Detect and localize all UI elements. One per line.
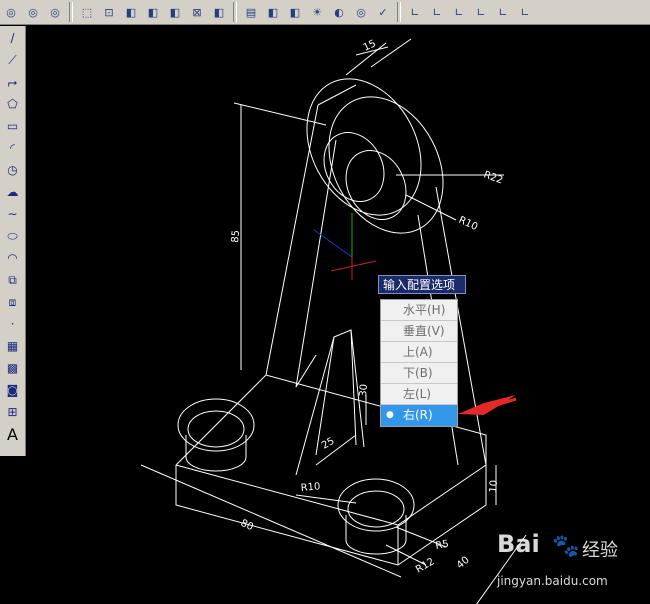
cube-icon[interactable]: ◧ xyxy=(165,2,185,22)
dim-r10-bottom-text: R10 xyxy=(300,481,321,494)
menu-item-label: 右(R) xyxy=(403,408,433,422)
menu-item-label: 左(L) xyxy=(403,387,432,401)
cube-icon[interactable]: ◧ xyxy=(263,2,283,22)
menu-item-label: 下(B) xyxy=(403,366,433,380)
ucs-crosshair xyxy=(313,213,377,280)
toolbar-separator xyxy=(233,2,237,22)
rib xyxy=(295,329,357,476)
hole-right-inner xyxy=(347,490,405,528)
point-icon[interactable]: · xyxy=(2,314,24,334)
material-icon[interactable]: ◐ xyxy=(329,2,349,22)
toolbar-separator xyxy=(397,2,401,22)
construction-line-icon[interactable]: ⟋ xyxy=(2,50,24,70)
baidu-watermark: Bai 🐾 经验 jingyan.baidu.com xyxy=(497,530,647,602)
hole-left-inner xyxy=(187,410,245,448)
dim-r10-top-text: R10 xyxy=(457,215,479,233)
boss-hole xyxy=(345,150,407,220)
menu-item-label: 上(A) xyxy=(403,345,433,359)
cube-icon[interactable]: ◧ xyxy=(121,2,141,22)
draw-toolbar: / ⟋ ⮣ ⬠ ▭ ◜ ◷ ☁ ∼ ⬭ ◠ ⧉ ⧈ · ▦ ▩ ◙ ⊞ A xyxy=(0,26,26,456)
paw-icon: 🐾 xyxy=(552,534,580,559)
multiline-text-icon[interactable]: A xyxy=(2,424,24,444)
arc-icon[interactable]: ◜ xyxy=(2,138,24,158)
orbit-icon[interactable]: ◎ xyxy=(45,2,65,22)
spline-icon[interactable]: ∼ xyxy=(2,204,24,224)
orbit-icon[interactable]: ◎ xyxy=(1,2,21,22)
dim-10-text: 10 xyxy=(488,480,500,494)
ucs-icon[interactable]: ∟ xyxy=(515,2,535,22)
dimension-labels: 15 R22 R10 85 30 25 R10 80 10 R5 R12 40 xyxy=(230,38,504,575)
ellipse-arc-icon[interactable]: ◠ xyxy=(2,248,24,268)
menu-item[interactable]: 左(L) xyxy=(381,384,457,405)
check-icon[interactable]: ✓ xyxy=(373,2,393,22)
dim-15-ext xyxy=(370,38,412,68)
dim-r12-text: R12 xyxy=(414,556,437,575)
orbit-icon[interactable]: ◎ xyxy=(23,2,43,22)
drawing-canvas[interactable]: 15 R22 R10 85 30 25 R10 80 10 R5 R12 40 xyxy=(26,25,650,604)
ucs-icon[interactable]: ∟ xyxy=(427,2,447,22)
cube-icon[interactable]: ◧ xyxy=(143,2,163,22)
menu-item[interactable]: ● 右(R) xyxy=(381,405,457,426)
hatch-icon[interactable]: ▦ xyxy=(2,336,24,356)
menu-item[interactable]: 水平(H) xyxy=(381,300,457,321)
red-arrow-icon xyxy=(458,395,517,415)
ucs-icon[interactable]: ∟ xyxy=(471,2,491,22)
table-icon[interactable]: ⊞ xyxy=(2,402,24,422)
radio-bullet-icon: ● xyxy=(386,410,394,420)
model-drawing xyxy=(140,38,527,604)
ucs-icon[interactable]: ∟ xyxy=(405,2,425,22)
dim-30-text: 30 xyxy=(358,384,370,398)
boss-hole-back xyxy=(323,132,385,202)
boss-back xyxy=(306,78,422,216)
menu-item[interactable]: 上(A) xyxy=(381,342,457,363)
layer-icon[interactable]: ▤ xyxy=(241,2,261,22)
hole-right-top xyxy=(337,478,415,532)
toolbar-separator xyxy=(69,2,73,22)
popup-title: 输入配置选项 xyxy=(378,275,466,294)
dim-25-text: 25 xyxy=(320,436,337,452)
region-icon[interactable]: ◙ xyxy=(2,380,24,400)
watermark-url: jingyan.baidu.com xyxy=(497,574,608,588)
revision-cloud-icon[interactable]: ☁ xyxy=(2,182,24,202)
menu-item-label: 水平(H) xyxy=(403,303,446,317)
rectangle-icon[interactable]: ▭ xyxy=(2,116,24,136)
menu-item[interactable]: 垂直(V) xyxy=(381,321,457,342)
dim-85-text: 85 xyxy=(230,230,242,244)
base-edge xyxy=(175,464,399,526)
watermark-brand: 经验 xyxy=(582,540,618,561)
box-icon[interactable]: ⬚ xyxy=(77,2,97,22)
render-icon[interactable]: ⊠ xyxy=(187,2,207,22)
menu-item-label: 垂直(V) xyxy=(403,324,445,338)
dim-40-text: 40 xyxy=(455,555,472,572)
circle-icon[interactable]: ◷ xyxy=(2,160,24,180)
gradient-icon[interactable]: ▩ xyxy=(2,358,24,378)
line-icon[interactable]: / xyxy=(2,28,24,48)
dim-r22-text: R22 xyxy=(482,169,504,186)
popup-menu: 水平(H) 垂直(V) 上(A) 下(B) 左(L) ● 右(R) xyxy=(380,299,458,427)
ucs-icon[interactable]: ∟ xyxy=(449,2,469,22)
watermark-logo: Bai xyxy=(497,530,540,558)
dim-r10-leader xyxy=(405,194,457,221)
orbit-icon[interactable]: ◎ xyxy=(351,2,371,22)
menu-item[interactable]: 下(B) xyxy=(381,363,457,384)
dim-80-line xyxy=(140,464,402,578)
polyline-icon[interactable]: ⮣ xyxy=(2,72,24,92)
dim-25-line xyxy=(315,434,357,466)
ucs-icon[interactable]: ∟ xyxy=(493,2,513,22)
dim-r5-text: R5 xyxy=(435,539,450,552)
ellipse-icon[interactable]: ⬭ xyxy=(2,226,24,246)
polygon-icon[interactable]: ⬠ xyxy=(2,94,24,114)
insert-block-icon[interactable]: ⧉ xyxy=(2,270,24,290)
top-toolbar: ◎ ◎ ◎ ⬚ ⊡ ◧ ◧ ◧ ⊠ ◧ ▤ ◧ ◧ ☀ ◐ ◎ ✓ ∟ ∟ ∟ ∟ ∟ ∟ xyxy=(0,0,650,25)
make-block-icon[interactable]: ⧈ xyxy=(2,292,24,312)
view-icon[interactable]: ⊡ xyxy=(99,2,119,22)
dim-80-text: 80 xyxy=(239,518,255,533)
cube-icon[interactable]: ◧ xyxy=(209,2,229,22)
boss-front xyxy=(328,96,444,234)
light-icon[interactable]: ☀ xyxy=(307,2,327,22)
cube-icon[interactable]: ◧ xyxy=(285,2,305,22)
dim-ext xyxy=(233,102,327,126)
plate-edge xyxy=(265,104,319,376)
dim-r10b-leader xyxy=(295,494,357,504)
